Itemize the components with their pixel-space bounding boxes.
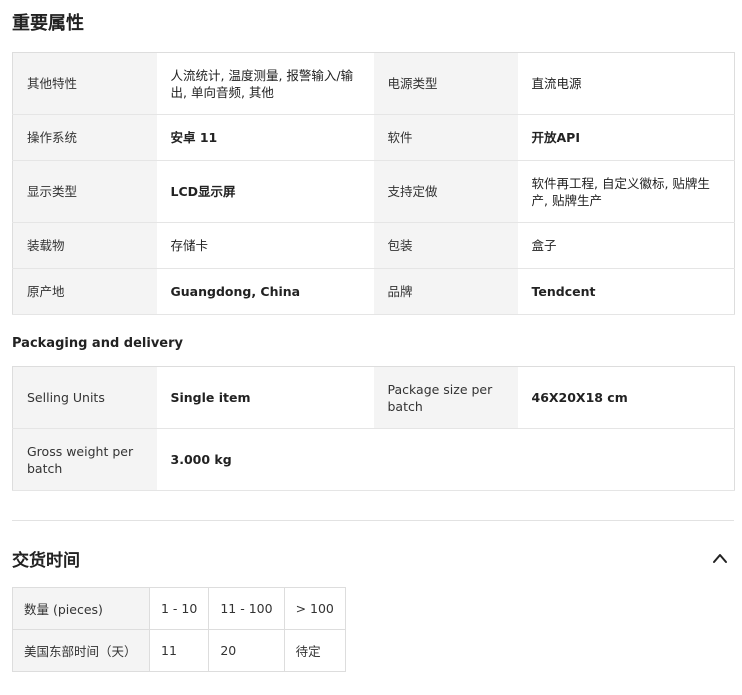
empty-cell bbox=[373, 428, 518, 491]
table-row: 原产地 Guangdong, China 品牌 Tendcent bbox=[12, 268, 735, 315]
attr-key: 软件 bbox=[373, 114, 518, 161]
lead-time-label: 美国东部时间（天） bbox=[12, 629, 150, 672]
empty-cell bbox=[517, 428, 735, 491]
pack-value: 3.000 kg bbox=[156, 428, 374, 491]
attr-value: 开放API bbox=[517, 114, 735, 161]
attr-value: 盒子 bbox=[517, 222, 735, 269]
table-row: 装载物 存储卡 包装 盒子 bbox=[12, 222, 735, 269]
pack-value: Single item bbox=[156, 366, 374, 429]
attr-key: 装载物 bbox=[12, 222, 157, 269]
table-row: Gross weight per batch 3.000 kg bbox=[12, 428, 735, 491]
attr-value: 直流电源 bbox=[517, 52, 735, 115]
quantity-range: > 100 bbox=[283, 587, 346, 630]
table-row: 显示类型 LCD显示屏 支持定做 软件再工程, 自定义徽标, 贴牌生产, 贴牌生… bbox=[12, 160, 735, 223]
pack-value: 46X20X18 cm bbox=[517, 366, 735, 429]
attr-key: 电源类型 bbox=[373, 52, 518, 115]
table-row: 其他特性 人流统计, 温度测量, 报警输入/输出, 单向音频, 其他 电源类型 … bbox=[12, 52, 735, 115]
attr-key: 支持定做 bbox=[373, 160, 518, 223]
pack-key: Selling Units bbox=[12, 366, 157, 429]
attr-value: 安卓 11 bbox=[156, 114, 374, 161]
attr-key: 显示类型 bbox=[12, 160, 157, 223]
attr-key: 操作系统 bbox=[12, 114, 157, 161]
table-row: 操作系统 安卓 11 软件 开放API bbox=[12, 114, 735, 161]
lead-time-days: 20 bbox=[208, 629, 285, 672]
attributes-title: 重要属性 bbox=[12, 13, 84, 34]
attr-key: 原产地 bbox=[12, 268, 157, 315]
attr-value: 存储卡 bbox=[156, 222, 374, 269]
attributes-table: 其他特性 人流统计, 温度测量, 报警输入/输出, 单向音频, 其他 电源类型 … bbox=[12, 52, 735, 315]
table-row: 美国东部时间（天） 11 20 待定 bbox=[12, 629, 346, 672]
chevron-up-icon[interactable] bbox=[712, 552, 728, 564]
quantity-range: 11 - 100 bbox=[208, 587, 285, 630]
table-row: Selling Units Single item Package size p… bbox=[12, 366, 735, 429]
packaging-table: Selling Units Single item Package size p… bbox=[12, 366, 735, 491]
attr-key: 其他特性 bbox=[12, 52, 157, 115]
attr-value: 软件再工程, 自定义徽标, 贴牌生产, 贴牌生产 bbox=[517, 160, 735, 223]
section-divider bbox=[12, 520, 734, 521]
packaging-title: Packaging and delivery bbox=[12, 336, 183, 351]
attr-value: Tendcent bbox=[517, 268, 735, 315]
lead-time-days: 11 bbox=[148, 629, 210, 672]
attr-value: Guangdong, China bbox=[156, 268, 374, 315]
attr-key: 包装 bbox=[373, 222, 518, 269]
lead-time-title: 交货时间 bbox=[12, 551, 80, 571]
attr-value: LCD显示屏 bbox=[156, 160, 374, 223]
pack-key: Package size per batch bbox=[373, 366, 518, 429]
lead-time-table: 数量 (pieces) 1 - 10 11 - 100 > 100 美国东部时间… bbox=[12, 587, 346, 672]
pack-key: Gross weight per batch bbox=[12, 428, 157, 491]
quantity-label: 数量 (pieces) bbox=[12, 587, 150, 630]
lead-time-days: 待定 bbox=[283, 629, 346, 672]
table-row: 数量 (pieces) 1 - 10 11 - 100 > 100 bbox=[12, 587, 346, 630]
quantity-range: 1 - 10 bbox=[148, 587, 210, 630]
attr-key: 品牌 bbox=[373, 268, 518, 315]
attr-value: 人流统计, 温度测量, 报警输入/输出, 单向音频, 其他 bbox=[156, 52, 374, 115]
